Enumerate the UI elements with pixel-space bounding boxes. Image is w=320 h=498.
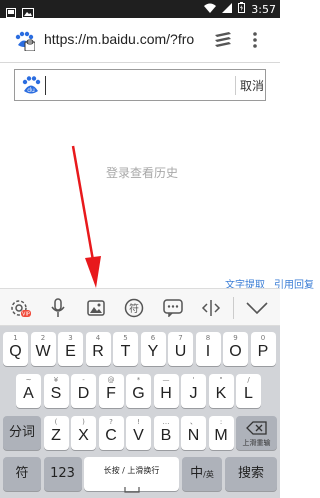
collapse-keyboard-icon[interactable] <box>245 296 269 320</box>
vip-badge: VIP <box>22 312 30 318</box>
key-b[interactable]: … B <box>153 416 179 450</box>
svg-text:符: 符 <box>129 302 139 315</box>
login-history-text[interactable]: 登录查看历史 <box>0 164 280 181</box>
search-key[interactable]: 搜索 <box>225 457 277 491</box>
key-m[interactable]: :M <box>208 416 234 450</box>
keyboard: 1Q 2W 3E 4R 5T 6Y 7U 8I 9O 0P ~ A ¥ S -D @… <box>0 326 280 498</box>
backspace-key[interactable]: 上滑重输 <box>236 416 277 450</box>
key-i[interactable]: 8I <box>195 332 221 366</box>
key-r[interactable]: 4R <box>85 332 111 366</box>
clock: 3:57 <box>251 2 276 16</box>
key-q[interactable]: 1Q <box>3 332 28 366</box>
key-p[interactable]: 0P <box>250 332 276 366</box>
key-d[interactable]: -D <box>71 374 96 408</box>
symbol-icon[interactable]: 符 <box>122 296 146 320</box>
toolbar-divider <box>233 297 234 319</box>
key-w[interactable]: 2W <box>30 332 56 366</box>
settings-icon[interactable]: VIP <box>8 296 32 320</box>
key-y[interactable]: 6Y <box>140 332 166 366</box>
key-z[interactable]: (Z <box>43 416 69 450</box>
key-g[interactable]: * G <box>126 374 151 408</box>
image-icon[interactable] <box>84 296 108 320</box>
divider <box>235 76 236 95</box>
cursor-move-icon[interactable] <box>199 296 223 320</box>
key-u[interactable]: 7U <box>168 332 193 366</box>
key-c[interactable]: ? C <box>98 416 124 450</box>
microphone-icon[interactable] <box>46 296 70 320</box>
key-a[interactable]: ~ A <box>16 374 41 408</box>
status-bar: 3:57 <box>0 0 280 18</box>
key-o[interactable]: 9O <box>223 332 248 366</box>
search-input[interactable] <box>45 76 46 95</box>
key-l[interactable]: / L <box>236 374 261 408</box>
key-t[interactable]: 5T <box>113 332 138 366</box>
key-f[interactable]: @ F <box>98 374 124 408</box>
backspace-icon <box>246 420 268 439</box>
tabs-icon[interactable] <box>213 31 233 53</box>
baidu-logo-icon: du <box>21 76 41 99</box>
signal-icon <box>222 2 233 16</box>
key-n[interactable]: 、 N <box>181 416 206 450</box>
wifi-icon <box>204 3 217 16</box>
number-key[interactable]: 123 <box>43 457 82 491</box>
keyboard-toolbar: VIP 符 <box>0 288 280 326</box>
cancel-button[interactable]: 取消 <box>237 77 267 94</box>
key-e[interactable]: 3E <box>58 332 83 366</box>
quote-reply-link[interactable]: 引用回复 <box>274 276 314 291</box>
language-switch-key[interactable]: 中/英 <box>182 457 222 491</box>
overflow-menu-icon[interactable] <box>252 31 258 53</box>
space-bar-icon <box>124 478 140 497</box>
key-v[interactable]: ! V <box>126 416 151 450</box>
url-text[interactable]: https://m.baidu.com/?fro <box>44 31 194 47</box>
space-key[interactable]: 长按 / 上滑换行 <box>84 457 179 493</box>
battery-icon <box>238 2 246 16</box>
browser-url-bar: https://m.baidu.com/?fro <box>0 18 280 63</box>
history-panel: 登录查看历史 <box>0 108 280 272</box>
baidu-favicon-icon <box>13 31 36 55</box>
emoji-chat-icon[interactable] <box>161 296 185 320</box>
search-box[interactable]: du 取消 <box>14 69 266 101</box>
key-k[interactable]: " K <box>208 374 234 408</box>
key-s[interactable]: ¥ S <box>43 374 69 408</box>
svg-text:du: du <box>27 87 35 94</box>
key-h[interactable]: — H <box>153 374 179 408</box>
key-x[interactable]: ) X <box>71 416 96 450</box>
segment-key[interactable]: 分词 <box>3 416 41 450</box>
symbol-key[interactable]: 符 <box>3 457 41 491</box>
key-j[interactable]: ' J <box>181 374 206 408</box>
